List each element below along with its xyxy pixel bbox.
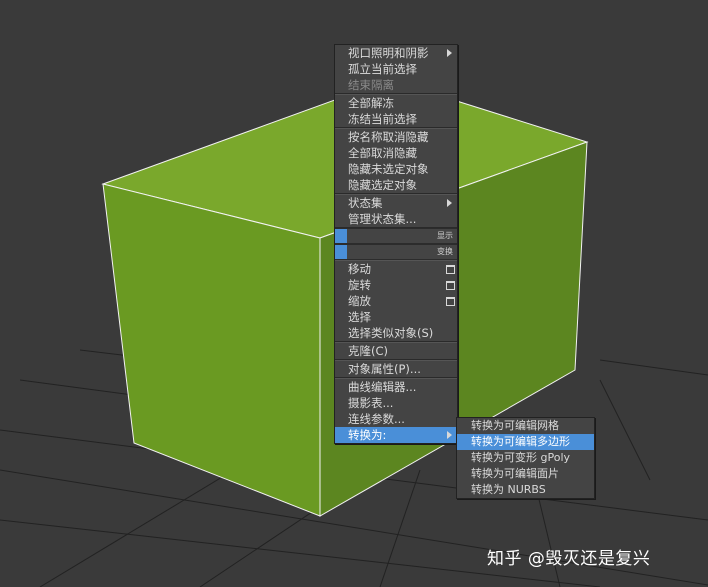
menu-item[interactable]: 选择: [335, 309, 457, 325]
menu-item-label: 全部解冻: [348, 96, 394, 110]
menu-item[interactable]: 旋转: [335, 277, 457, 293]
menu-group: 视口照明和阴影 孤立当前选择 结束隔离: [335, 45, 457, 94]
menu-item-label: 管理状态集...: [348, 212, 417, 226]
menu-item-label: 视口照明和阴影: [348, 46, 429, 60]
menu-item[interactable]: 连线参数...: [335, 411, 457, 427]
menu-item-label: 旋转: [348, 278, 371, 292]
menu-item[interactable]: 管理状态集...: [335, 211, 457, 227]
menu-item[interactable]: 冻结当前选择: [335, 111, 457, 127]
menu-item-label: 选择: [348, 310, 371, 324]
submenu-arrow-icon: [447, 49, 452, 57]
menu-item[interactable]: 缩放: [335, 293, 457, 309]
menu-group: 克隆(C): [335, 342, 457, 360]
menu-item[interactable]: 摄影表...: [335, 395, 457, 411]
menu-item-label: 克隆(C): [348, 344, 389, 358]
menu-item-label: 转换为:: [348, 428, 387, 442]
menu-item[interactable]: 隐藏选定对象: [335, 177, 457, 193]
menu-item[interactable]: 转换为 NURBS: [457, 482, 594, 498]
menu-item[interactable]: 全部解冻: [335, 95, 457, 111]
box-front-face: [102, 183, 321, 517]
settings-box-icon[interactable]: [446, 297, 455, 306]
menu-item[interactable]: 孤立当前选择: [335, 61, 457, 77]
settings-box-icon[interactable]: [446, 281, 455, 290]
quad-title-bar[interactable]: 显示: [335, 228, 457, 244]
menu-item[interactable]: 转换为可编辑网格: [457, 418, 594, 434]
menu-item[interactable]: 隐藏未选定对象: [335, 161, 457, 177]
menu-item[interactable]: 转换为可编辑多边形: [457, 434, 594, 450]
menu-item-label: 冻结当前选择: [348, 112, 417, 126]
quad-title-bar[interactable]: 变换: [335, 244, 457, 260]
watermark: 知乎 @毁灭还是复兴: [487, 549, 651, 569]
menu-item-label: 缩放: [348, 294, 371, 308]
quad-title-label: 显示: [437, 231, 453, 240]
menu-item-label: 连线参数...: [348, 412, 405, 426]
menu-item-label: 结束隔离: [348, 78, 394, 92]
menu-item-label: 转换为可变形 gPoly: [471, 451, 571, 464]
quad-color-swatch: [335, 229, 347, 243]
quad-color-swatch: [335, 245, 347, 259]
menu-group: 移动旋转缩放选择选择类似对象(S): [335, 260, 457, 342]
menu-item-label: 转换为可编辑面片: [471, 467, 559, 480]
quad-menu: 视口照明和阴影 孤立当前选择 结束隔离 全部解冻 冻结当前选择 按名称取消隐藏 全部取消隐藏…: [334, 44, 458, 444]
menu-item-label: 转换为可编辑网格: [471, 419, 559, 432]
submenu-arrow-icon: [447, 199, 452, 207]
menu-item: 结束隔离: [335, 77, 457, 93]
menu-item[interactable]: 克隆(C): [335, 343, 457, 359]
menu-item-label: 全部取消隐藏: [348, 146, 417, 160]
menu-item-label: 状态集: [348, 196, 383, 210]
menu-item-label: 隐藏选定对象: [348, 178, 417, 192]
menu-item-label: 隐藏未选定对象: [348, 162, 429, 176]
menu-group: 曲线编辑器... 摄影表... 连线参数... 转换为:: [335, 378, 457, 443]
menu-item-label: 转换为 NURBS: [471, 483, 546, 496]
settings-box-icon[interactable]: [446, 265, 455, 274]
menu-group: 按名称取消隐藏 全部取消隐藏 隐藏未选定对象 隐藏选定对象: [335, 128, 457, 194]
menu-item[interactable]: 按名称取消隐藏: [335, 129, 457, 145]
menu-item-label: 按名称取消隐藏: [348, 130, 429, 144]
menu-item[interactable]: 选择类似对象(S): [335, 325, 457, 341]
menu-item[interactable]: 视口照明和阴影: [335, 45, 457, 61]
menu-item[interactable]: 转换为:: [335, 427, 457, 443]
menu-item[interactable]: 转换为可变形 gPoly: [457, 450, 594, 466]
menu-item-label: 移动: [348, 262, 371, 276]
menu-item-label: 曲线编辑器...: [348, 380, 417, 394]
menu-item[interactable]: 转换为可编辑面片: [457, 466, 594, 482]
menu-item[interactable]: 对象属性(P)...: [335, 361, 457, 377]
menu-item-label: 对象属性(P)...: [348, 362, 421, 376]
menu-group: 对象属性(P)...: [335, 360, 457, 378]
convert-to-submenu: 转换为可编辑网格 转换为可编辑多边形 转换为可变形 gPoly 转换为可编辑面片 转换为…: [456, 417, 595, 499]
submenu-arrow-icon: [447, 431, 452, 439]
menu-item[interactable]: 曲线编辑器...: [335, 379, 457, 395]
quad-title-label: 变换: [437, 247, 453, 256]
menu-item[interactable]: 移动: [335, 261, 457, 277]
menu-item-label: 选择类似对象(S): [348, 326, 434, 340]
menu-item[interactable]: 状态集: [335, 195, 457, 211]
menu-item-label: 孤立当前选择: [348, 62, 417, 76]
menu-item-label: 转换为可编辑多边形: [471, 435, 570, 448]
menu-group: 状态集管理状态集...: [335, 194, 457, 228]
menu-item[interactable]: 全部取消隐藏: [335, 145, 457, 161]
menu-item-label: 摄影表...: [348, 396, 394, 410]
menu-group: 全部解冻冻结当前选择: [335, 94, 457, 128]
